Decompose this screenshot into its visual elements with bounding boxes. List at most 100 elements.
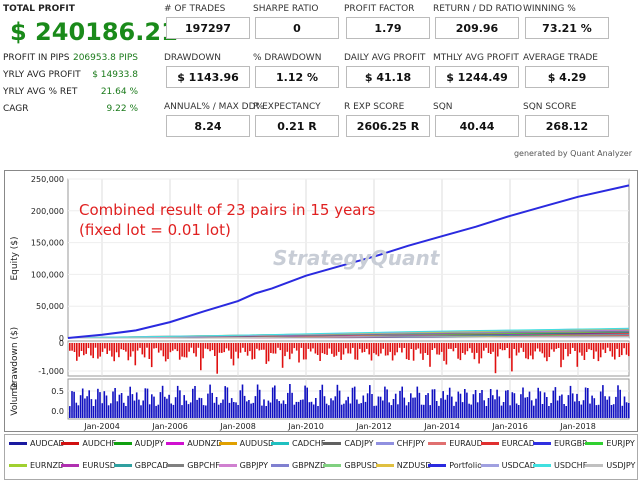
drawdown-bar [539,343,541,352]
volume-bar [192,388,194,418]
legend-item: AUDUSD [218,439,274,448]
drawdown-bar [621,343,623,356]
drawdown-bar [515,343,518,356]
volume-bar [602,385,604,418]
drawdown-bar [314,343,317,354]
volume-bar [502,402,505,418]
volume-bar [261,405,263,418]
volume-bar [433,389,436,418]
metric-label: DRAWDOWN [164,53,222,63]
legend-swatch [480,464,499,467]
metric-label: R EXPECTANCY [253,102,321,112]
legend-item: CHFJPY [375,439,425,448]
drawdown-bar [555,343,558,349]
volume-bar [366,393,369,418]
legend-swatch [218,464,237,467]
volume-bar [278,401,280,418]
volume-bar [567,395,570,418]
drawdown-bar [476,343,478,353]
volume-bar [416,386,419,418]
drawdown-bar [153,343,155,349]
drawdown-bar [80,343,83,351]
drawdown-bar [209,343,211,352]
volume-bar [399,390,401,418]
chart-legend: AUDCAD AUDCHF AUDJPY AUDNZD AUDUSD CADCHF CADJ… [4,434,638,480]
drawdown-bar [323,343,326,355]
volume-bar [619,389,621,418]
drawdown-bar [553,343,555,352]
volume-bar [328,405,330,418]
volume-bar [513,393,516,418]
drawdown-bar [398,343,401,348]
volume-bar [330,398,332,418]
annotation-line-1: Combined result of 23 pairs in 15 years [79,201,376,219]
volume-bar [438,405,440,418]
drawdown-bar [291,343,293,354]
volume-bar [582,400,585,418]
drawdown-bar [71,343,73,351]
legend-label: NZDUSD [396,461,432,470]
y-tick-label: 250,000 [31,175,64,184]
legend-label: EURJPY [606,439,635,448]
legend-item: AUDJPY [113,439,164,448]
drawdown-bar [576,343,579,367]
volume-bar [587,388,589,418]
drawdown-bar [249,343,251,352]
volume-bar [610,405,613,418]
drawdown-bar [520,343,522,348]
volume-bar [379,396,382,418]
drawdown-bar [164,343,167,362]
volume-bar [153,396,155,418]
volume-bar [135,392,138,418]
volume-bar [464,389,466,418]
legend-item: AUDNZD [166,439,222,448]
volume-bar [263,399,265,418]
drawdown-bar [569,343,572,354]
volume-bar [617,385,619,418]
drawdown-bar [171,343,174,351]
volume-bar [75,402,78,418]
chart-frame: Equity ($) Drawdown ($) Volume 250,000 200,0… [4,170,638,432]
drawdown-bar [595,343,597,352]
volume-bar [170,403,172,418]
drawdown-bar [597,343,600,362]
legend-item: USDCAD [480,461,536,470]
drawdown-bar [221,343,223,353]
drawdown-bar [190,343,193,348]
volume-bar [466,392,468,418]
volume-bar [548,406,550,418]
drawdown-bar [279,343,282,351]
x-tick-label: Jan-2010 [287,422,324,431]
volume-bar [388,402,390,418]
volume-bar [269,402,272,418]
drawdown-bar [571,343,574,348]
y-tick-label: 50,000 [36,302,64,311]
volume-bar [483,400,485,418]
volume-bar [116,401,119,418]
drawdown-bar [342,343,345,355]
drawdown-bar [403,343,406,348]
drawdown-bar [228,343,230,351]
volume-bar [183,395,185,418]
volume-bar [427,393,429,418]
drawdown-bar [452,343,455,352]
drawdown-bar [606,343,609,348]
volume-bar [494,399,496,418]
volume-bar [323,396,326,418]
drawdown-bar [146,343,148,348]
drawdown-bar [157,343,160,353]
metric-value: 0.21 R [255,115,339,137]
volume-bar [515,403,518,418]
volume-bar [194,386,196,418]
drawdown-bar [557,343,560,348]
drawdown-bar [527,343,529,360]
volume-bar [334,396,337,418]
volume-bar [94,399,97,418]
legend-label: USDCHF [554,461,588,470]
drawdown-bar [604,343,607,353]
drawdown-bar [541,343,544,354]
legend-label: CADCHF [292,439,326,448]
volume-bar [200,398,203,418]
legend-label: GBPCHF [187,461,220,470]
drawdown-bar [459,343,462,361]
